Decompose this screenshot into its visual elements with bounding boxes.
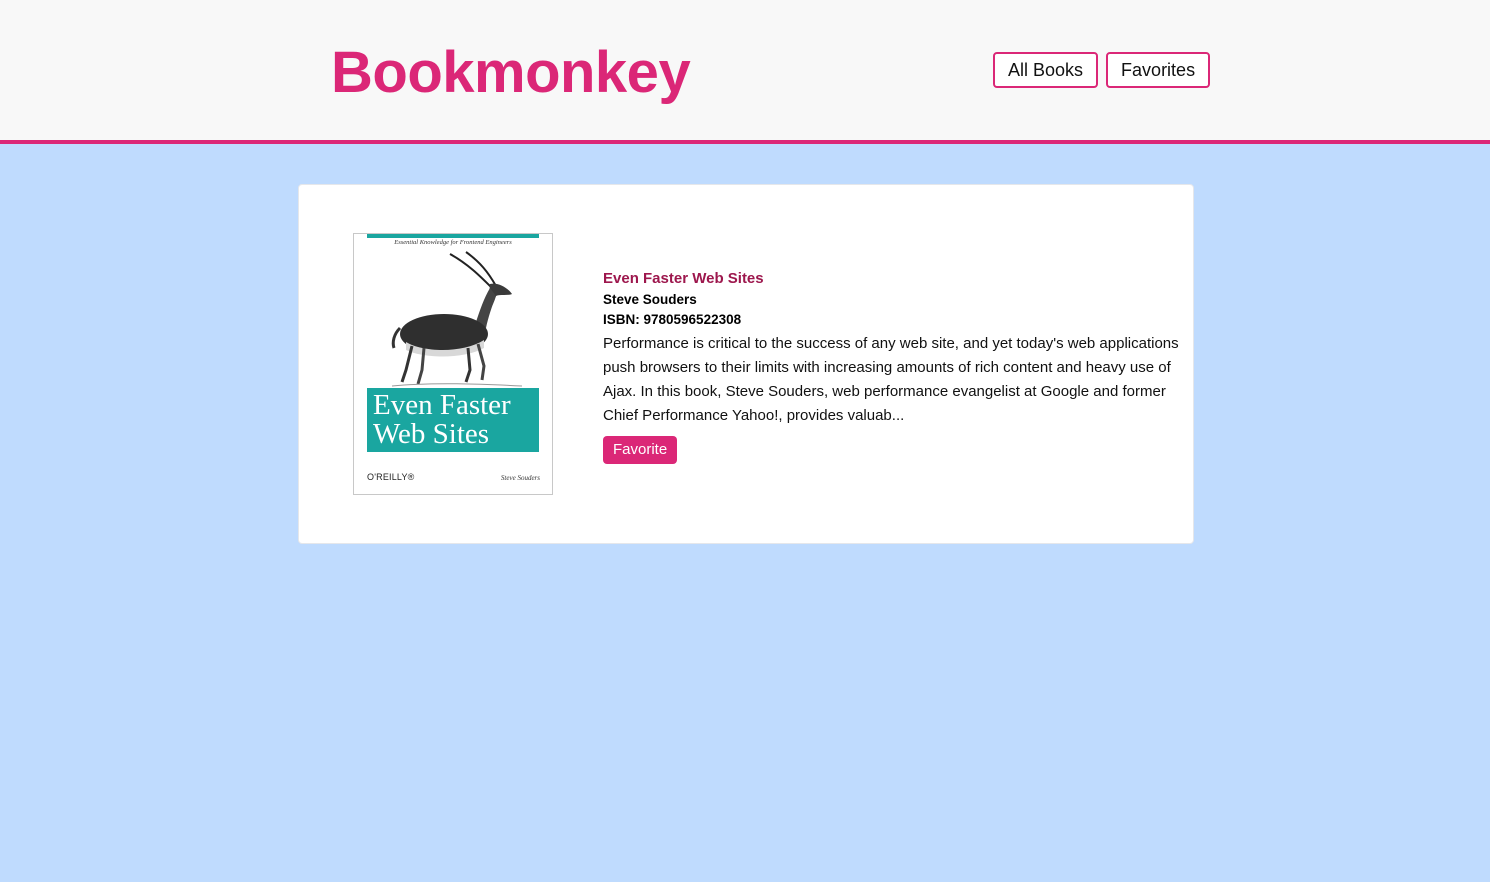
cover-title-line1: Even Faster — [373, 389, 511, 421]
cover-tagline: Essential Knowledge for Frontend Enginee… — [394, 239, 512, 246]
favorite-button[interactable]: Favorite — [603, 436, 678, 464]
antelope-illustration — [391, 251, 523, 387]
book-info: Even Faster Web Sites Steve Souders ISBN… — [603, 268, 1183, 464]
cover-title-line2: Web Sites — [373, 418, 490, 450]
book-card: Essential Knowledge for Frontend Enginee… — [298, 184, 1194, 544]
all-books-button[interactable]: All Books — [993, 52, 1099, 88]
app-header: Bookmonkey All Books Favorites — [0, 0, 1490, 144]
cover-publisher: O'REILLY® — [367, 472, 415, 482]
cover-title: Even Faster Web Sites — [367, 388, 539, 452]
book-cover-image[interactable]: Essential Knowledge for Frontend Enginee… — [353, 233, 553, 495]
book-title[interactable]: Even Faster Web Sites — [603, 268, 1183, 290]
main-nav: All Books Favorites — [993, 52, 1211, 88]
brand-logo[interactable]: Bookmonkey — [331, 36, 691, 110]
book-description: Performance is critical to the success o… — [603, 335, 1179, 424]
book-isbn: ISBN: 9780596522308 — [603, 312, 742, 327]
book-author: Steve Souders — [603, 292, 697, 307]
favorites-button[interactable]: Favorites — [1106, 52, 1211, 88]
cover-top-bar — [367, 234, 539, 238]
cover-author: Steve Souders — [500, 474, 540, 482]
